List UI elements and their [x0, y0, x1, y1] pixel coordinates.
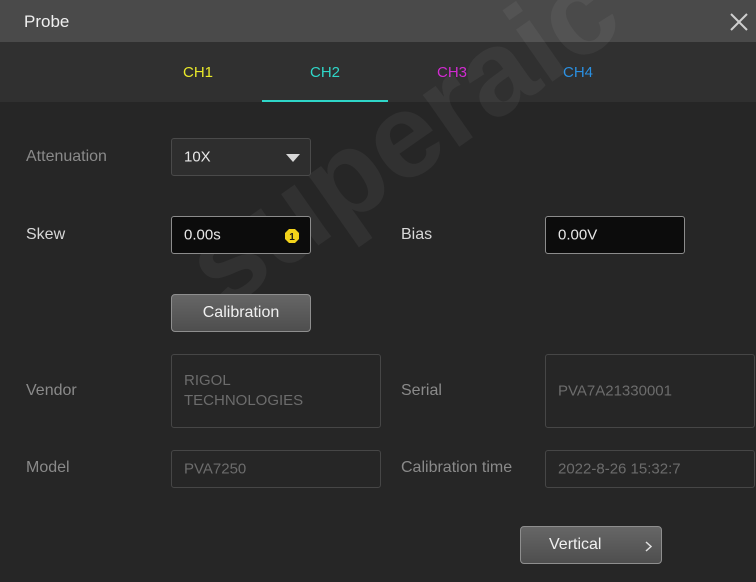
vertical-button-label: Vertical: [549, 536, 602, 553]
serial-label: Serial: [401, 382, 442, 399]
attenuation-select[interactable]: 10X: [171, 138, 311, 176]
vendor-line-2: TECHNOLOGIES: [184, 392, 304, 409]
calibration-time-label: Calibration time: [401, 459, 513, 476]
tab-ch4-label: CH4: [562, 63, 593, 81]
attenuation-label: Attenuation: [26, 148, 107, 165]
skew-label: Skew: [26, 226, 66, 243]
close-icon: [730, 13, 748, 31]
probe-settings-panel: superaic Attenuation 10X Skew 0.00s 1 Bi…: [0, 0, 756, 582]
serial-value: PVA7A21330001: [558, 382, 672, 400]
close-button[interactable]: [722, 4, 756, 40]
tab-ch1[interactable]: CH1: [135, 42, 261, 102]
dialog-title: Probe: [24, 12, 70, 31]
chevron-right-icon: [645, 541, 652, 552]
vendor-label: Vendor: [26, 382, 77, 399]
bias-input[interactable]: 0.00V: [545, 216, 685, 254]
tab-ch4[interactable]: CH4: [515, 42, 641, 102]
vendor-value: RIGOL TECHNOLOGIES: [184, 371, 303, 411]
tab-ch1-label: CH1: [182, 63, 213, 81]
attenuation-value: 10X: [184, 148, 211, 166]
chevron-down-icon: [286, 154, 300, 162]
bias-label: Bias: [401, 226, 433, 243]
vertical-button[interactable]: Vertical: [520, 526, 662, 564]
calibration-button[interactable]: Calibration: [171, 294, 311, 332]
tab-ch2[interactable]: CH2: [262, 42, 388, 102]
vendor-line-1: RIGOL: [184, 372, 231, 389]
title-bar: Probe: [0, 0, 756, 42]
channel-tabs: CH1 CH2 CH3 CH4: [0, 42, 756, 102]
skew-input[interactable]: 0.00s 1: [171, 216, 311, 254]
tab-ch2-label: CH2: [309, 63, 340, 81]
knob-1-badge-icon: 1: [285, 229, 299, 243]
skew-value: 0.00s: [184, 226, 221, 244]
bias-value: 0.00V: [558, 226, 598, 244]
model-value: PVA7250: [184, 460, 247, 478]
probe-dialog: Probe CH1 CH2 CH3 CH4 superaic Attenuati…: [0, 0, 756, 582]
tab-ch3-label: CH3: [436, 63, 467, 81]
model-field: PVA7250: [171, 450, 381, 488]
vendor-field: RIGOL TECHNOLOGIES: [171, 354, 381, 428]
calibration-time-field: 2022-8-26 15:32:7: [545, 450, 755, 488]
tab-ch3[interactable]: CH3: [389, 42, 515, 102]
knob-badge-label: 1: [289, 232, 295, 243]
serial-field: PVA7A21330001: [545, 354, 755, 428]
calibration-time-value: 2022-8-26 15:32:7: [558, 460, 681, 478]
model-label: Model: [26, 459, 70, 476]
